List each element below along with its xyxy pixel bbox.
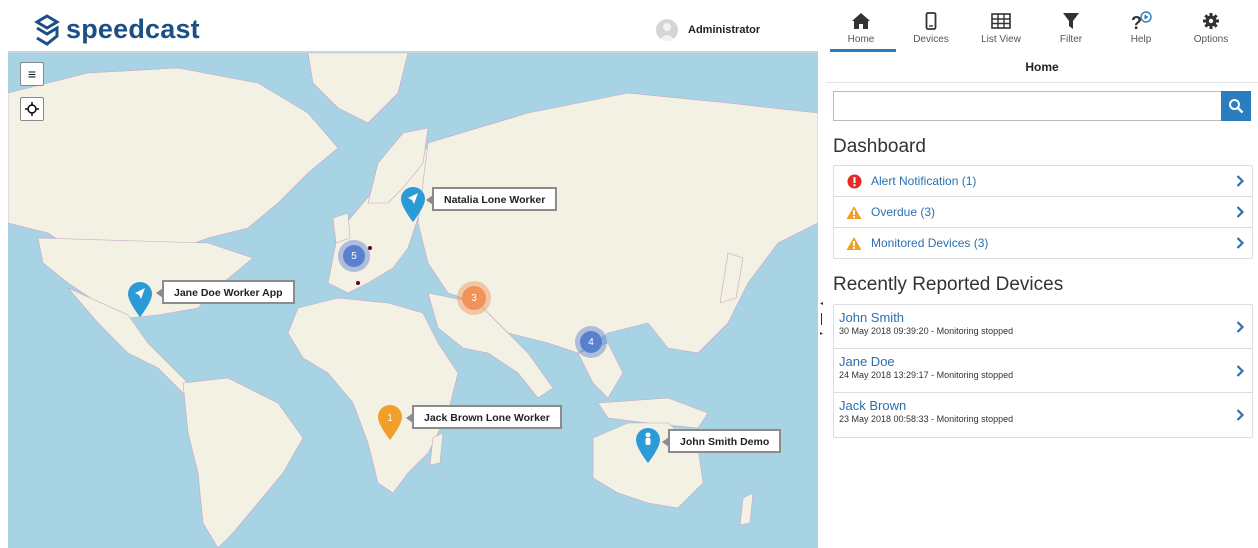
- avatar: [656, 19, 678, 41]
- chevron-right-icon: [1236, 175, 1244, 187]
- map-marker-john[interactable]: [634, 426, 662, 464]
- map-cluster[interactable]: 4: [575, 326, 607, 358]
- crosshair-icon: [25, 102, 39, 116]
- device-status: 23 May 2018 00:58:33 - Monitoring stoppe…: [839, 414, 1014, 424]
- map-dot: [356, 281, 360, 285]
- chevron-right-icon: [1236, 237, 1244, 249]
- chevron-right-icon: [1236, 320, 1244, 333]
- chevron-right-icon: [1236, 364, 1244, 377]
- hamburger-icon: ≡: [27, 66, 37, 82]
- marker-label[interactable]: Jack Brown Lone Worker: [406, 405, 562, 429]
- alert-1-icon: 1: [387, 413, 393, 424]
- top-nav: Home Devices List View Filter ? Help Opt…: [826, 8, 1258, 52]
- search-icon: [1229, 99, 1244, 114]
- dashboard-item-alerts[interactable]: Alert Notification (1): [834, 166, 1252, 197]
- layers-menu-button[interactable]: ≡: [20, 62, 44, 86]
- brand-logo[interactable]: speedcast: [34, 13, 200, 46]
- device-name: John Smith: [839, 310, 905, 325]
- page-title: Home: [826, 52, 1258, 83]
- collapse-left-icon: ◂: [820, 301, 824, 307]
- nav-label: Options: [1193, 34, 1229, 45]
- side-panel: Home Devices List View Filter ? Help Opt…: [826, 8, 1258, 548]
- device-name: Jane Doe: [839, 354, 895, 369]
- help-icon: ?: [1131, 11, 1152, 31]
- nav-options[interactable]: Options: [1176, 8, 1246, 52]
- map-marker-jane[interactable]: [126, 280, 154, 318]
- dashboard-item-label: Monitored Devices (3): [871, 236, 989, 250]
- nav-home[interactable]: Home: [826, 8, 896, 52]
- recent-devices-heading: Recently Reported Devices: [833, 274, 1064, 295]
- dashboard-heading: Dashboard: [833, 136, 926, 157]
- chevron-right-icon: [1236, 409, 1244, 421]
- dashboard-item-label: Overdue (3): [871, 205, 936, 219]
- home-icon: [852, 13, 870, 29]
- map-cluster[interactable]: 3: [457, 281, 491, 315]
- nav-label: List View: [981, 34, 1021, 45]
- dashboard-item-monitored[interactable]: Monitored Devices (3): [834, 228, 1252, 258]
- panel-splitter[interactable]: ◂ ▸: [818, 0, 824, 548]
- speedcast-logo-icon: [34, 13, 60, 46]
- phone-icon: [925, 12, 937, 30]
- filter-icon: [1063, 13, 1079, 29]
- recent-devices-list: John Smith 30 May 2018 09:39:20 - Monito…: [833, 304, 1253, 438]
- cluster-count: 5: [343, 245, 365, 267]
- device-row[interactable]: John Smith 30 May 2018 09:39:20 - Monito…: [834, 305, 1252, 349]
- world-map[interactable]: ≡ 5 3 4 Natalia Lone Worker Jane Doe Wor…: [8, 53, 818, 548]
- nav-label: Home: [847, 34, 875, 45]
- splitter-handle: [821, 313, 822, 325]
- chevron-right-icon: [1236, 206, 1244, 218]
- search-input[interactable]: [833, 91, 1221, 121]
- user-menu[interactable]: Administrator: [656, 19, 760, 41]
- nav-devices[interactable]: Devices: [896, 8, 966, 52]
- search-bar: [833, 91, 1251, 121]
- app-header: speedcast Administrator: [8, 8, 818, 53]
- warning-icon: [846, 205, 862, 219]
- nav-label: Filter: [1059, 34, 1083, 45]
- map-marker-natalia[interactable]: [399, 185, 427, 223]
- map-marker-jack[interactable]: 1: [376, 403, 404, 441]
- dashboard-item-label: Alert Notification (1): [871, 174, 977, 188]
- nav-help[interactable]: ? Help: [1106, 8, 1176, 52]
- table-icon: [991, 13, 1011, 29]
- dashboard-list: Alert Notification (1) Overdue (3) Monit…: [833, 165, 1253, 259]
- brand-name: speedcast: [66, 14, 200, 44]
- cluster-count: 3: [462, 286, 486, 310]
- marker-label[interactable]: Jane Doe Worker App: [156, 280, 295, 304]
- nav-label: Devices: [913, 34, 949, 45]
- person-icon: [645, 432, 651, 445]
- cluster-count: 4: [580, 331, 602, 353]
- map-dot: [368, 246, 372, 250]
- search-button[interactable]: [1221, 91, 1251, 121]
- marker-label[interactable]: John Smith Demo: [661, 429, 782, 453]
- nav-label: Help: [1130, 34, 1152, 45]
- collapse-right-icon: ▸: [820, 331, 824, 337]
- device-status: 30 May 2018 09:39:20 - Monitoring stoppe…: [839, 326, 1014, 336]
- warning-icon: [846, 236, 862, 250]
- gear-icon: [1203, 13, 1219, 29]
- device-status: 24 May 2018 13:29:17 - Monitoring stoppe…: [839, 370, 1014, 380]
- device-name: Jack Brown: [839, 398, 907, 413]
- user-name: Administrator: [688, 24, 761, 36]
- svg-text:?: ?: [1131, 13, 1142, 31]
- locate-button[interactable]: [20, 97, 44, 121]
- alert-circle-icon: [847, 174, 861, 188]
- marker-label[interactable]: Natalia Lone Worker: [425, 187, 558, 211]
- device-row[interactable]: Jane Doe 24 May 2018 13:29:17 - Monitori…: [834, 349, 1252, 393]
- map-cluster[interactable]: 5: [338, 240, 370, 272]
- device-row[interactable]: Jack Brown 23 May 2018 00:58:33 - Monito…: [834, 393, 1252, 437]
- dashboard-item-overdue[interactable]: Overdue (3): [834, 197, 1252, 228]
- user-icon: [659, 23, 675, 41]
- nav-filter[interactable]: Filter: [1036, 8, 1106, 52]
- nav-list-view[interactable]: List View: [966, 8, 1036, 52]
